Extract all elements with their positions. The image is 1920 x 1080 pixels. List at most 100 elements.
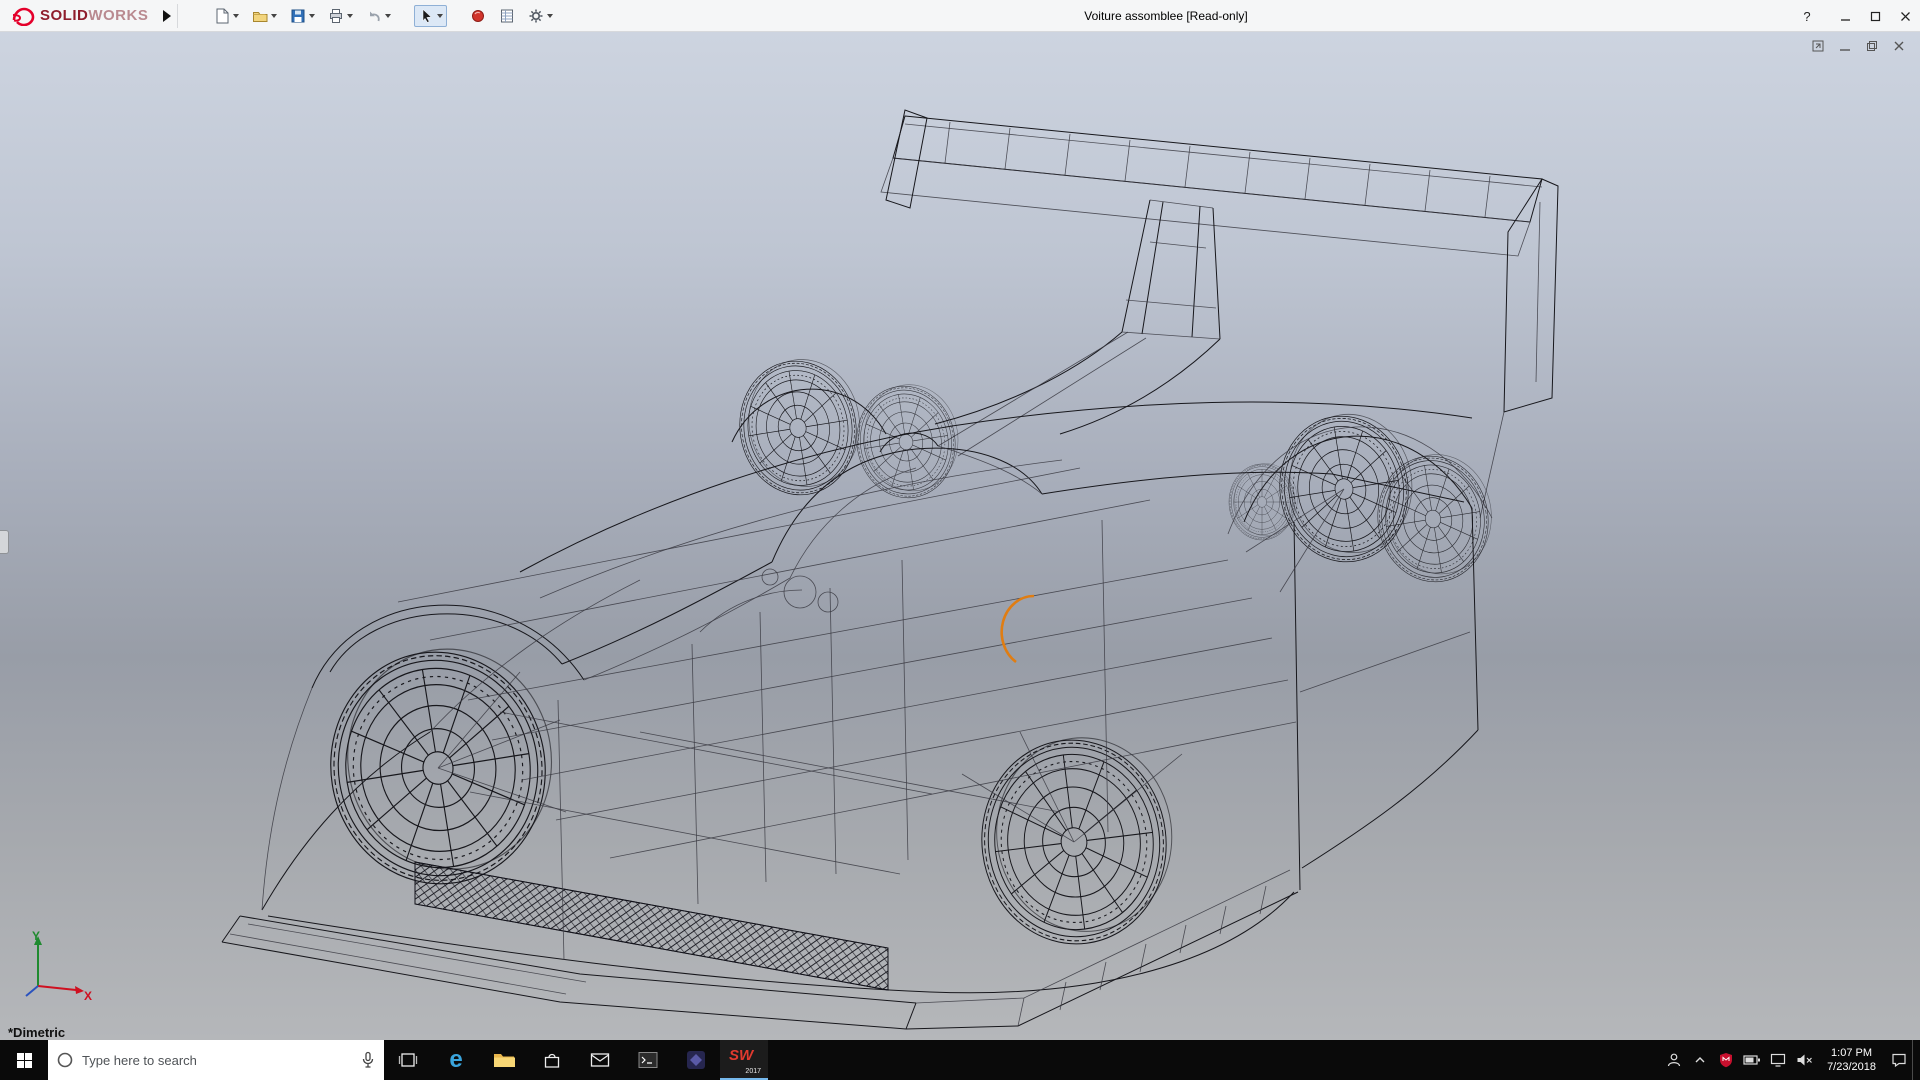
dropdown-caret-icon[interactable] bbox=[437, 14, 443, 18]
rear-left-wheel[interactable] bbox=[970, 728, 1184, 955]
clock-date: 7/23/2018 bbox=[1827, 1060, 1876, 1074]
dropdown-caret-icon[interactable] bbox=[385, 14, 391, 18]
graphics-viewport[interactable]: Y X *Dimetric bbox=[0, 32, 1920, 1040]
volume-button[interactable] bbox=[1791, 1040, 1817, 1080]
triad-y-label: Y bbox=[32, 929, 40, 943]
task-view-button[interactable] bbox=[384, 1040, 432, 1080]
select-button[interactable] bbox=[414, 5, 447, 27]
undo-button[interactable] bbox=[362, 5, 395, 27]
display-icon bbox=[1770, 1053, 1786, 1067]
floor-splitter[interactable] bbox=[222, 862, 1298, 1029]
store-button[interactable] bbox=[528, 1040, 576, 1080]
main-toolbar bbox=[186, 0, 557, 31]
document-close-button[interactable] bbox=[1890, 37, 1908, 55]
close-button[interactable] bbox=[1890, 0, 1920, 32]
left-panel-flyout-tab[interactable] bbox=[0, 530, 9, 554]
task-view-icon bbox=[398, 1051, 418, 1069]
minimize-button[interactable] bbox=[1830, 0, 1860, 32]
dropdown-caret-icon[interactable] bbox=[309, 14, 315, 18]
people-button[interactable] bbox=[1661, 1040, 1687, 1080]
flyout-arrow-icon bbox=[163, 10, 171, 22]
document-minimize-button[interactable] bbox=[1836, 37, 1854, 55]
antivirus-button[interactable] bbox=[1713, 1040, 1739, 1080]
close-icon bbox=[1900, 11, 1911, 22]
dropdown-caret-icon[interactable] bbox=[547, 14, 553, 18]
wireframe-car-model[interactable] bbox=[0, 32, 1920, 1040]
close-icon bbox=[1892, 39, 1906, 53]
terminal-button[interactable] bbox=[624, 1040, 672, 1080]
cortana-icon bbox=[56, 1051, 74, 1069]
rear-wing[interactable] bbox=[881, 110, 1558, 518]
volume-muted-icon bbox=[1796, 1053, 1813, 1067]
microphone-icon[interactable] bbox=[360, 1051, 376, 1069]
open-button[interactable] bbox=[248, 5, 281, 27]
help-button[interactable]: ? bbox=[1792, 0, 1822, 32]
open-folder-icon bbox=[252, 8, 268, 24]
edge-button[interactable]: e bbox=[432, 1040, 480, 1080]
rear-brake-disc[interactable] bbox=[1229, 464, 1297, 540]
maximize-button[interactable] bbox=[1860, 0, 1890, 32]
battery-icon bbox=[1743, 1054, 1761, 1066]
taskbar-clock[interactable]: 1:07 PM 7/23/2018 bbox=[1817, 1040, 1886, 1080]
action-center-button[interactable] bbox=[1886, 1040, 1912, 1080]
document-window-controls bbox=[1809, 37, 1908, 55]
selected-edge-highlight[interactable] bbox=[1002, 596, 1034, 662]
save-button[interactable] bbox=[286, 5, 319, 27]
windows-taskbar: e bbox=[0, 1040, 1920, 1080]
restore-icon bbox=[1865, 39, 1879, 53]
design-table-button[interactable] bbox=[495, 5, 519, 27]
mail-button[interactable] bbox=[576, 1040, 624, 1080]
file-explorer-button[interactable] bbox=[480, 1040, 528, 1080]
print-button[interactable] bbox=[324, 5, 357, 27]
solidworks-taskbar-button[interactable]: SW 2017 bbox=[720, 1040, 768, 1080]
store-icon bbox=[543, 1051, 561, 1069]
search-input[interactable] bbox=[82, 1053, 352, 1068]
app-icon bbox=[686, 1050, 706, 1070]
triad-x-label: X bbox=[84, 989, 92, 1002]
dropdown-caret-icon[interactable] bbox=[271, 14, 277, 18]
reference-triad: Y X bbox=[18, 928, 98, 1002]
new-document-button[interactable] bbox=[210, 5, 243, 27]
front-right-wheel[interactable] bbox=[730, 351, 870, 503]
people-icon bbox=[1666, 1052, 1682, 1068]
taskbar-search[interactable] bbox=[48, 1040, 384, 1080]
start-button[interactable] bbox=[0, 1040, 48, 1080]
dock-icon bbox=[1811, 39, 1825, 53]
document-restore-button[interactable] bbox=[1863, 37, 1881, 55]
action-center-icon bbox=[1891, 1052, 1907, 1068]
document-title: Voiture assomblee [Read-only] bbox=[1084, 0, 1247, 32]
edge-icon: e bbox=[449, 1048, 462, 1072]
clock-time: 1:07 PM bbox=[1831, 1046, 1872, 1060]
options-button[interactable] bbox=[524, 5, 557, 27]
dock-button[interactable] bbox=[1809, 37, 1827, 55]
front-right-inner-rim[interactable] bbox=[849, 378, 967, 505]
app-button[interactable] bbox=[672, 1040, 720, 1080]
windows-logo-icon bbox=[16, 1052, 33, 1069]
show-desktop-button[interactable] bbox=[1912, 1040, 1920, 1080]
toolbar-flyout-arrow[interactable] bbox=[156, 4, 178, 28]
red-sphere-icon bbox=[470, 8, 486, 24]
mail-icon bbox=[590, 1052, 610, 1068]
brand-text-bold: SOLID bbox=[40, 7, 88, 24]
dropdown-caret-icon[interactable] bbox=[233, 14, 239, 18]
battery-button[interactable] bbox=[1739, 1040, 1765, 1080]
system-tray: 1:07 PM 7/23/2018 bbox=[1661, 1040, 1920, 1080]
solidworks-window: SOLIDWORKS bbox=[0, 0, 1920, 1080]
solidworks-app-icon: SW 2017 bbox=[729, 1047, 759, 1073]
xpress-tools-button[interactable] bbox=[466, 5, 490, 27]
save-icon bbox=[290, 8, 306, 24]
chevron-up-icon bbox=[1693, 1053, 1707, 1067]
undo-icon bbox=[366, 8, 382, 24]
rear-right-outer-rim[interactable] bbox=[1369, 447, 1501, 590]
minimize-icon bbox=[1840, 11, 1851, 22]
titlebar: SOLIDWORKS bbox=[0, 0, 1920, 32]
gear-icon bbox=[528, 8, 544, 24]
tray-overflow-button[interactable] bbox=[1687, 1040, 1713, 1080]
solidworks-logo-icon bbox=[10, 6, 36, 26]
dropdown-caret-icon[interactable] bbox=[347, 14, 353, 18]
display-button[interactable] bbox=[1765, 1040, 1791, 1080]
print-icon bbox=[328, 8, 344, 24]
window-controls: ? bbox=[1792, 0, 1920, 32]
antivirus-shield-icon bbox=[1719, 1052, 1733, 1068]
view-orientation-label: *Dimetric bbox=[8, 1025, 65, 1040]
